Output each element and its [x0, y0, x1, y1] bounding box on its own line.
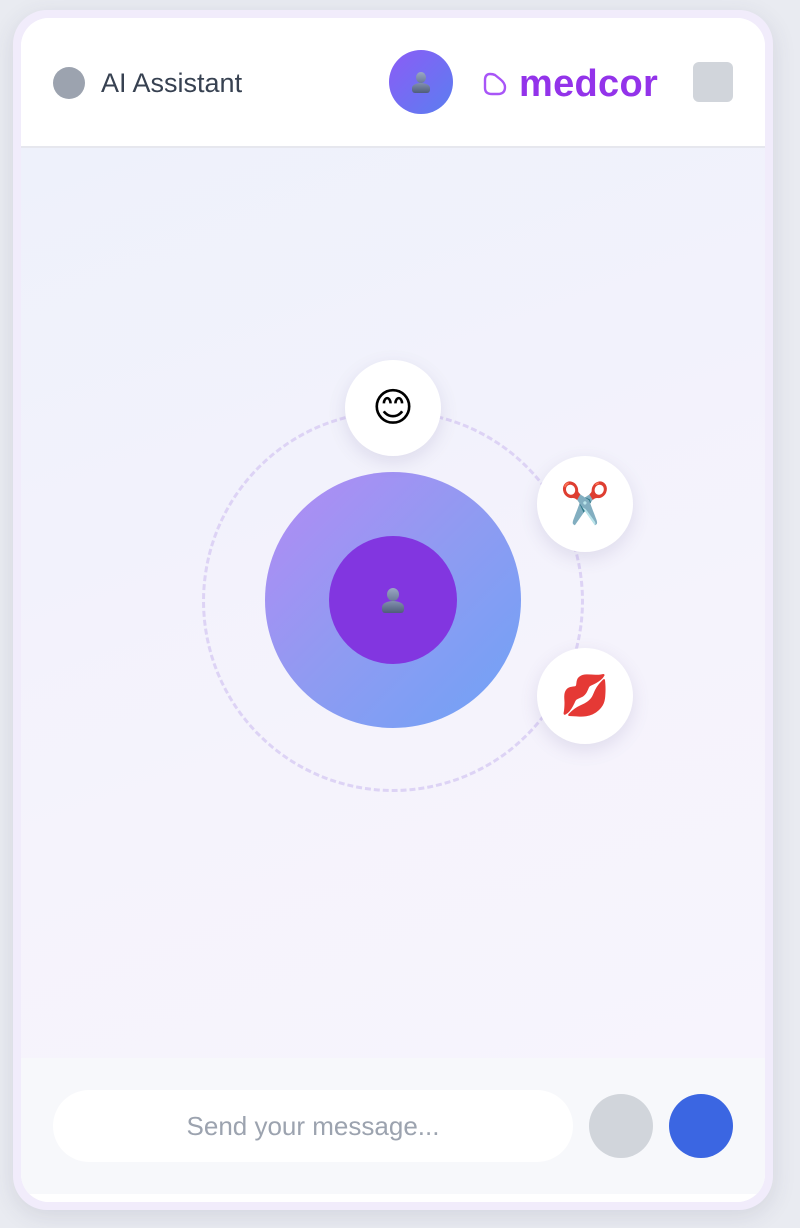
logo-text: medcor [519, 63, 659, 105]
lips-feature-button[interactable]: 💋 [537, 648, 633, 744]
menu-button[interactable] [693, 62, 733, 102]
assistant-orb-core[interactable] [329, 536, 457, 664]
chat-header: AI Assistant medcor [21, 18, 765, 148]
smile-feature-button[interactable]: 😊 [345, 360, 441, 456]
chat-body: 😊 ✂️ 💋 [21, 148, 765, 1058]
microphone-button[interactable] [589, 1094, 653, 1158]
scissors-feature-button[interactable]: ✂️ [537, 456, 633, 552]
logo-mark-icon [483, 72, 507, 96]
smile-emoji-icon: 😊 [372, 385, 414, 431]
scissors-emoji-icon: ✂️ [560, 481, 610, 527]
lips-emoji-icon: 💋 [560, 673, 610, 719]
assistant-title: AI Assistant [101, 68, 243, 98]
send-button[interactable] [669, 1094, 733, 1158]
status-indicator [53, 67, 85, 99]
chat-widget-panel: AI Assistant medcor 😊 ✂️ 💋 Send your mes… [21, 18, 765, 1202]
assistant-avatar[interactable] [389, 50, 453, 114]
user-icon [409, 70, 433, 94]
message-composer [21, 1058, 765, 1194]
user-icon [378, 585, 408, 615]
chat-widget: AI Assistant medcor 😊 ✂️ 💋 Send your mes… [13, 10, 773, 1210]
brand-logo: medcor [481, 62, 658, 106]
message-input[interactable] [53, 1090, 573, 1162]
bottom-strip [21, 1194, 765, 1202]
